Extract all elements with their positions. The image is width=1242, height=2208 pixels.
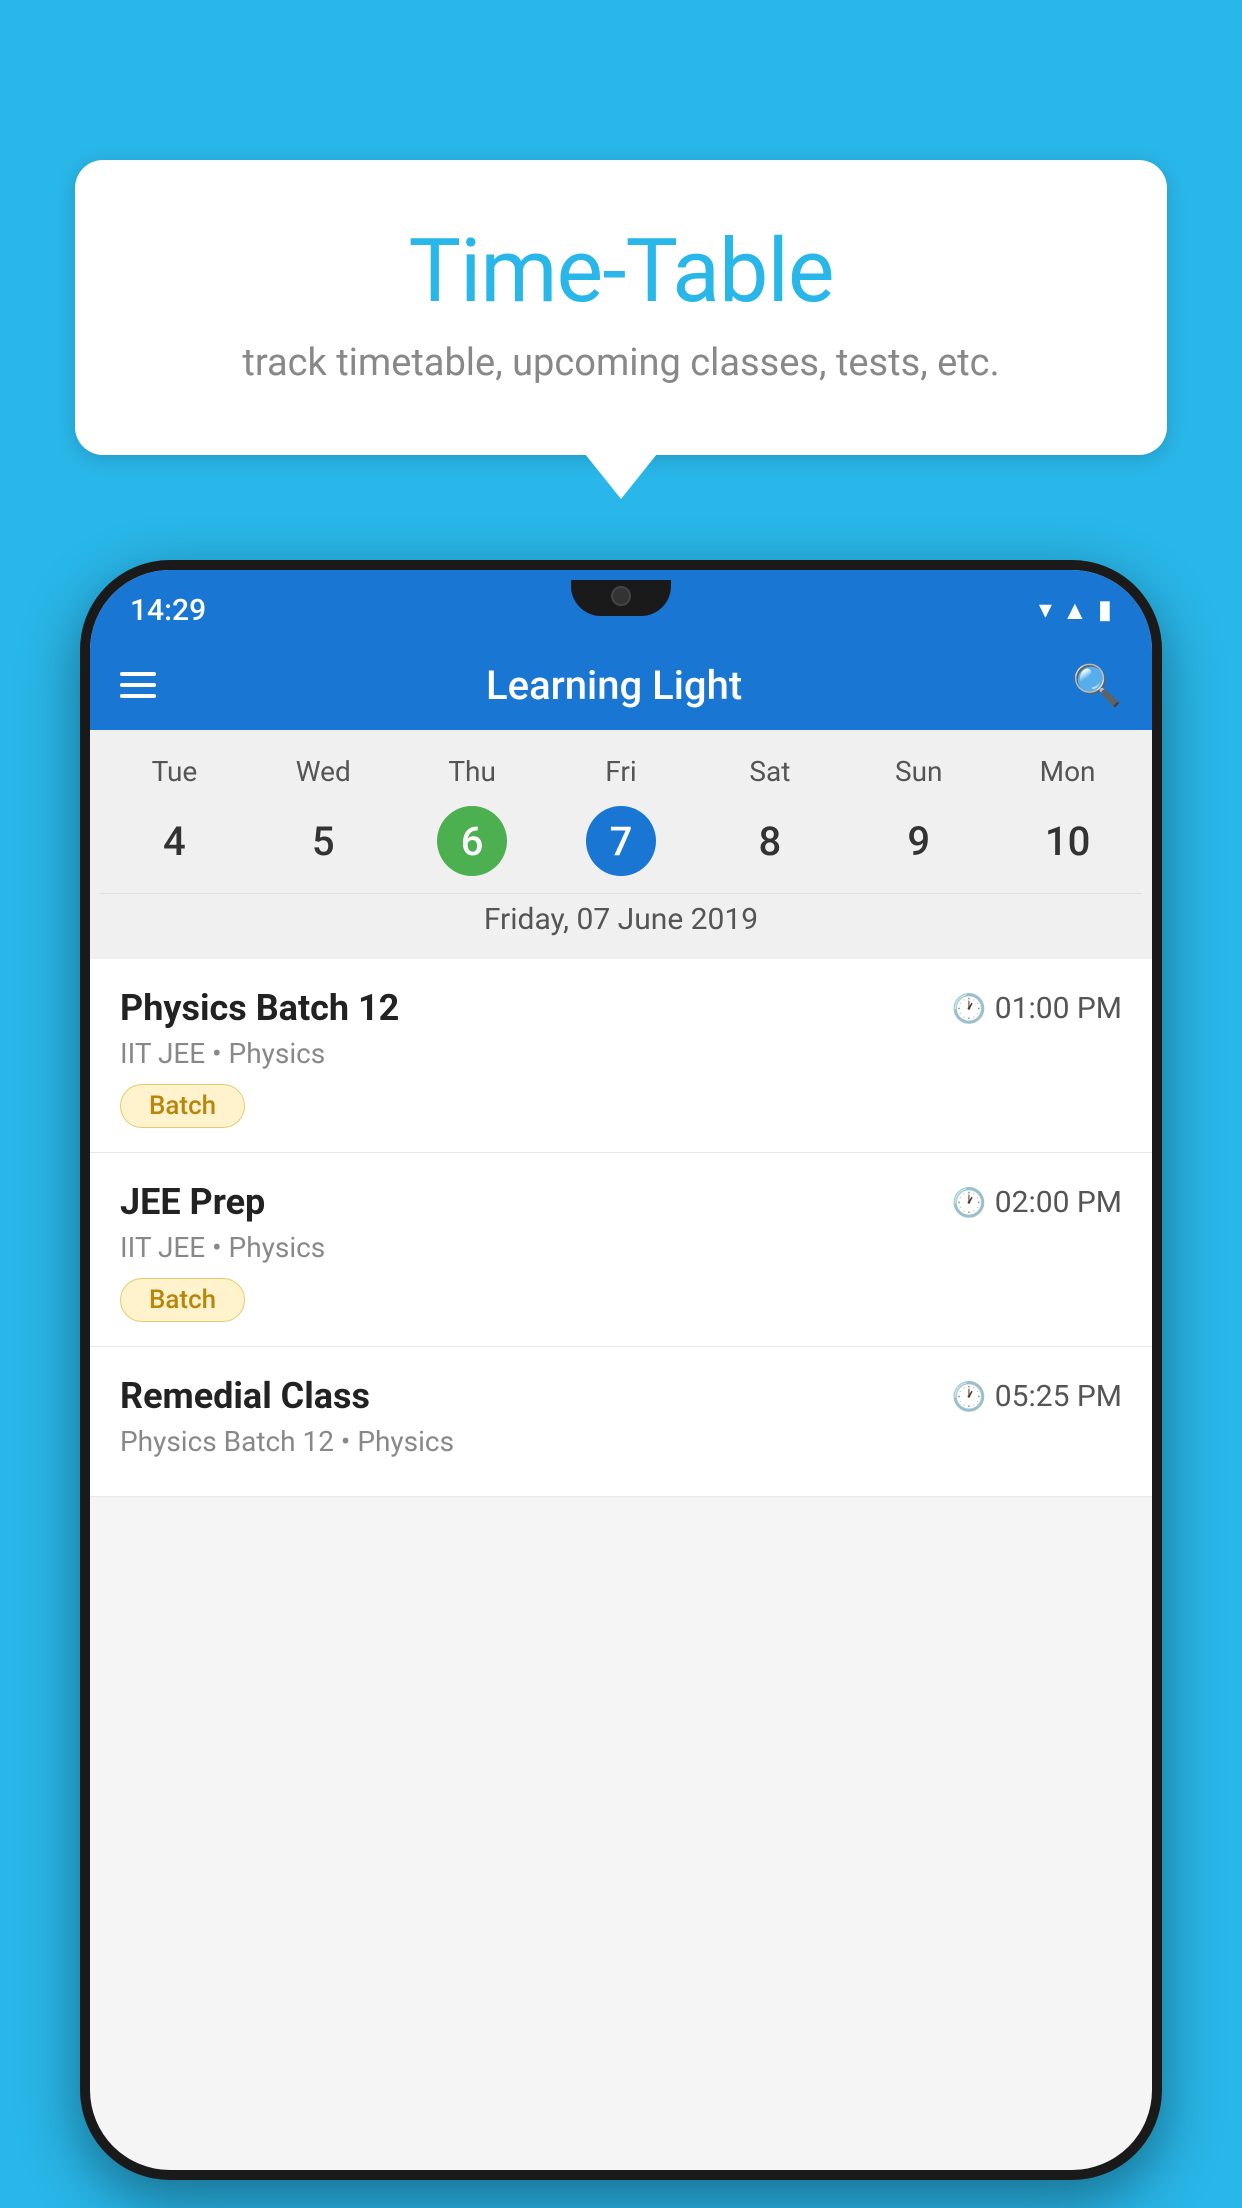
day-header: Tue — [100, 750, 249, 793]
day-number[interactable]: 6 — [437, 806, 507, 876]
clock-icon: 🕐 — [952, 992, 987, 1025]
search-icon[interactable]: 🔍 — [1072, 662, 1122, 709]
wifi-icon: ▾ — [1039, 595, 1052, 625]
schedule-item-header: Remedial Class 🕐 05:25 PM — [120, 1375, 1122, 1417]
day-number[interactable]: 9 — [844, 801, 993, 881]
day-header: Thu — [398, 750, 547, 793]
time-value: 05:25 PM — [995, 1379, 1122, 1414]
schedule-item[interactable]: Physics Batch 12 🕐 01:00 PM IIT JEE • Ph… — [90, 959, 1152, 1153]
schedule-meta: IIT JEE • Physics — [120, 1231, 1122, 1264]
schedule-meta: IIT JEE • Physics — [120, 1037, 1122, 1070]
status-time: 14:29 — [130, 593, 206, 628]
time-value: 02:00 PM — [995, 1185, 1122, 1220]
day-number[interactable]: 7 — [586, 806, 656, 876]
schedule-item-title: Remedial Class — [120, 1375, 370, 1417]
schedule-time: 🕐 01:00 PM — [952, 991, 1122, 1026]
day-number[interactable]: 10 — [993, 801, 1142, 881]
schedule-item-header: JEE Prep 🕐 02:00 PM — [120, 1181, 1122, 1223]
camera — [611, 586, 631, 606]
day-number[interactable]: 8 — [695, 801, 844, 881]
status-icons: ▾ ▲ ▮ — [1039, 595, 1112, 626]
speech-bubble: Time-Table track timetable, upcoming cla… — [75, 160, 1167, 455]
hamburger-menu-button[interactable] — [120, 672, 156, 698]
batch-tag: Batch — [120, 1084, 245, 1128]
batch-tag: Batch — [120, 1278, 245, 1322]
schedule-item[interactable]: Remedial Class 🕐 05:25 PM Physics Batch … — [90, 1347, 1152, 1497]
schedule-meta: Physics Batch 12 • Physics — [120, 1425, 1122, 1458]
schedule-item-title: Physics Batch 12 — [120, 987, 399, 1029]
phone-notch — [571, 580, 671, 616]
schedule-item-header: Physics Batch 12 🕐 01:00 PM — [120, 987, 1122, 1029]
day-header: Wed — [249, 750, 398, 793]
day-number[interactable]: 5 — [249, 801, 398, 881]
schedule-time: 🕐 05:25 PM — [952, 1379, 1122, 1414]
battery-icon: ▮ — [1098, 595, 1112, 625]
day-header: Sat — [695, 750, 844, 793]
day-header: Sun — [844, 750, 993, 793]
schedule-time: 🕐 02:00 PM — [952, 1185, 1122, 1220]
app-header: Learning Light 🔍 — [90, 640, 1152, 730]
day-numbers: 456 78910 — [100, 801, 1142, 881]
clock-icon: 🕐 — [952, 1186, 987, 1219]
signal-icon: ▲ — [1062, 595, 1088, 626]
clock-icon: 🕐 — [952, 1380, 987, 1413]
card-subtitle: track timetable, upcoming classes, tests… — [125, 341, 1117, 385]
day-number[interactable]: 4 — [100, 801, 249, 881]
schedule-item-title: JEE Prep — [120, 1181, 265, 1223]
time-value: 01:00 PM — [995, 991, 1122, 1026]
app-title: Learning Light — [186, 662, 1042, 709]
schedule-list: Physics Batch 12 🕐 01:00 PM IIT JEE • Ph… — [90, 959, 1152, 1497]
day-headers: TueWedThuFriSatSunMon — [100, 750, 1142, 793]
schedule-item[interactable]: JEE Prep 🕐 02:00 PM IIT JEE • Physics Ba… — [90, 1153, 1152, 1347]
phone-frame: 14:29 ▾ ▲ ▮ Learning Light 🔍 TueWedThuFr… — [80, 560, 1162, 2180]
card-title: Time-Table — [125, 220, 1117, 323]
phone-screen: 14:29 ▾ ▲ ▮ Learning Light 🔍 TueWedThuFr… — [90, 570, 1152, 2170]
day-header: Fri — [547, 750, 696, 793]
selected-date-label: Friday, 07 June 2019 — [100, 893, 1142, 949]
calendar-section: TueWedThuFriSatSunMon 456 78910 Friday, 0… — [90, 730, 1152, 959]
day-header: Mon — [993, 750, 1142, 793]
